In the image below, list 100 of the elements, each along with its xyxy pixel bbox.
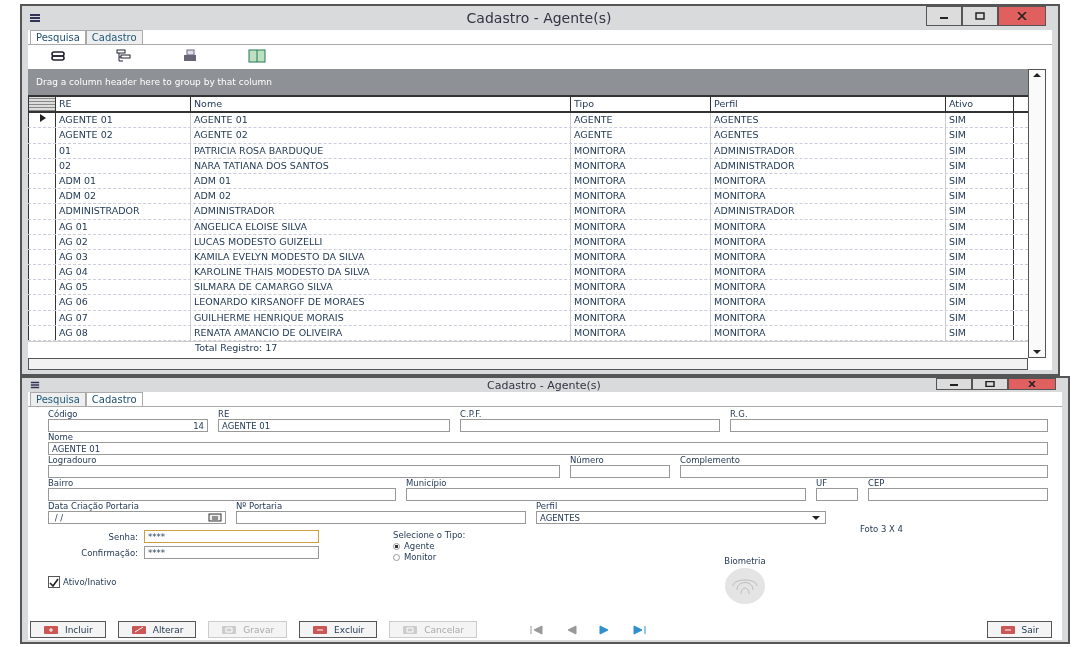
plus-icon xyxy=(43,624,59,635)
field-label: Perfil xyxy=(536,501,559,511)
document-icon xyxy=(221,624,238,635)
action-button[interactable]: Incluir xyxy=(30,621,106,638)
field-label: Número xyxy=(570,455,605,465)
row-indicator[interactable] xyxy=(28,158,56,173)
table-cell: AG 04 xyxy=(56,265,191,280)
field-label: CEP xyxy=(868,478,886,488)
close-button[interactable] xyxy=(998,6,1046,26)
column-header[interactable]: Ativo xyxy=(946,97,1014,112)
input-field[interactable] xyxy=(570,465,670,478)
table-cell: ANGELICA ELOISE SILVA xyxy=(191,219,571,234)
field-label: Código xyxy=(48,409,79,419)
table-cell: MONITORA xyxy=(571,158,711,173)
table-cell: MONITORA xyxy=(711,249,946,265)
minimize-button[interactable] xyxy=(936,378,972,390)
row-indicator[interactable] xyxy=(28,204,56,219)
horizontal-scrollbar[interactable] xyxy=(28,358,1028,370)
edit-icon xyxy=(130,624,147,635)
table-cell: AG 05 xyxy=(56,280,191,295)
tree-icon[interactable] xyxy=(116,49,132,63)
exit-icon xyxy=(999,624,1016,635)
row-indicator[interactable] xyxy=(28,265,56,280)
row-indicator[interactable] xyxy=(28,113,56,128)
input-field[interactable] xyxy=(406,488,806,501)
table-cell: SIM xyxy=(946,143,1014,158)
row-indicator[interactable] xyxy=(28,234,56,249)
tab[interactable]: Pesquisa xyxy=(30,30,86,44)
row-indicator[interactable] xyxy=(28,219,56,234)
exit-button[interactable]: Sair xyxy=(986,621,1052,638)
dropdown-caret-icon[interactable] xyxy=(810,513,822,522)
input-field[interactable] xyxy=(48,465,560,478)
row-indicator[interactable] xyxy=(28,143,56,158)
column-header[interactable]: RE xyxy=(56,97,191,112)
table-cell: SIM xyxy=(946,158,1014,173)
card-icon[interactable] xyxy=(248,49,266,63)
table-cell: AGENTE xyxy=(571,113,711,128)
input-field[interactable] xyxy=(48,488,396,501)
row-indicator[interactable] xyxy=(28,310,56,325)
type-radio[interactable]: Monitor xyxy=(393,552,437,562)
printer-icon[interactable] xyxy=(182,49,198,63)
field-label: RE xyxy=(218,409,231,419)
table-cell: MONITORA xyxy=(711,265,946,280)
last-record-icon[interactable] xyxy=(631,624,648,635)
input-field[interactable] xyxy=(730,419,1048,432)
tab[interactable]: Cadastro xyxy=(85,392,143,406)
row-indicator[interactable] xyxy=(28,280,56,295)
column-chooser-icon[interactable] xyxy=(28,97,56,112)
input-field[interactable] xyxy=(236,511,526,524)
table-cell: AG 01 xyxy=(56,219,191,234)
row-indicator[interactable] xyxy=(28,189,56,204)
row-indicator[interactable] xyxy=(28,128,56,143)
table-cell: MONITORA xyxy=(711,310,946,325)
tab[interactable]: Pesquisa xyxy=(30,392,86,406)
calendar-icon[interactable] xyxy=(208,513,222,522)
input-field[interactable] xyxy=(868,488,1048,501)
row-indicator[interactable] xyxy=(28,173,56,189)
input-field[interactable]: 14 xyxy=(48,419,208,432)
password-field[interactable]: **** xyxy=(144,546,319,559)
row-indicator[interactable] xyxy=(28,249,56,265)
input-field[interactable]: AGENTE 01 xyxy=(48,442,1048,455)
field-label: Confirmação: xyxy=(80,547,138,558)
window-title: Cadastro - Agente(s) xyxy=(486,378,602,392)
row-indicator[interactable] xyxy=(28,295,56,310)
type-group-label: Selecione o Tipo: xyxy=(393,530,467,540)
input-field[interactable] xyxy=(680,465,1048,478)
stack-icon[interactable] xyxy=(50,49,66,63)
input-field[interactable] xyxy=(816,488,858,501)
table-cell: SILMARA DE CAMARGO SILVA xyxy=(191,280,571,295)
tab[interactable]: Cadastro xyxy=(85,30,143,44)
table-cell: MONITORA xyxy=(571,280,711,295)
table-cell: ADMINISTRADOR xyxy=(711,204,946,219)
table-cell: SIM xyxy=(946,113,1014,128)
column-header[interactable]: Nome xyxy=(191,97,571,112)
action-button[interactable]: Excluir xyxy=(299,621,378,638)
vertical-scrollbar[interactable] xyxy=(1028,69,1046,358)
table-cell: ADMINISTRADOR xyxy=(191,204,571,219)
profile-dropdown[interactable]: AGENTES xyxy=(536,511,826,524)
password-field[interactable]: **** xyxy=(144,530,319,543)
table-cell: AG 02 xyxy=(56,234,191,249)
table-cell: MONITORA xyxy=(571,295,711,310)
row-indicator[interactable] xyxy=(28,325,56,340)
maximize-button[interactable] xyxy=(962,6,998,26)
column-header[interactable]: Tipo xyxy=(571,97,711,112)
input-field[interactable]: AGENTE 01 xyxy=(218,419,450,432)
close-button[interactable] xyxy=(1008,378,1056,390)
table-cell: SIM xyxy=(946,219,1014,234)
type-radio[interactable]: Agente xyxy=(393,541,435,551)
input-field[interactable] xyxy=(460,419,720,432)
table-cell: MONITORA xyxy=(571,189,711,204)
maximize-icon xyxy=(985,381,995,387)
column-header[interactable]: Perfil xyxy=(711,97,946,112)
biometrics-label: Biometria xyxy=(724,556,766,566)
table-cell: AG 07 xyxy=(56,310,191,325)
maximize-button[interactable] xyxy=(972,378,1008,390)
table-cell: MONITORA xyxy=(571,234,711,249)
active-checkbox[interactable]: Ativo/Inativo xyxy=(48,576,117,588)
minimize-button[interactable] xyxy=(926,6,962,26)
action-button[interactable]: Alterar xyxy=(117,621,197,638)
date-field[interactable]: / / xyxy=(48,511,226,524)
